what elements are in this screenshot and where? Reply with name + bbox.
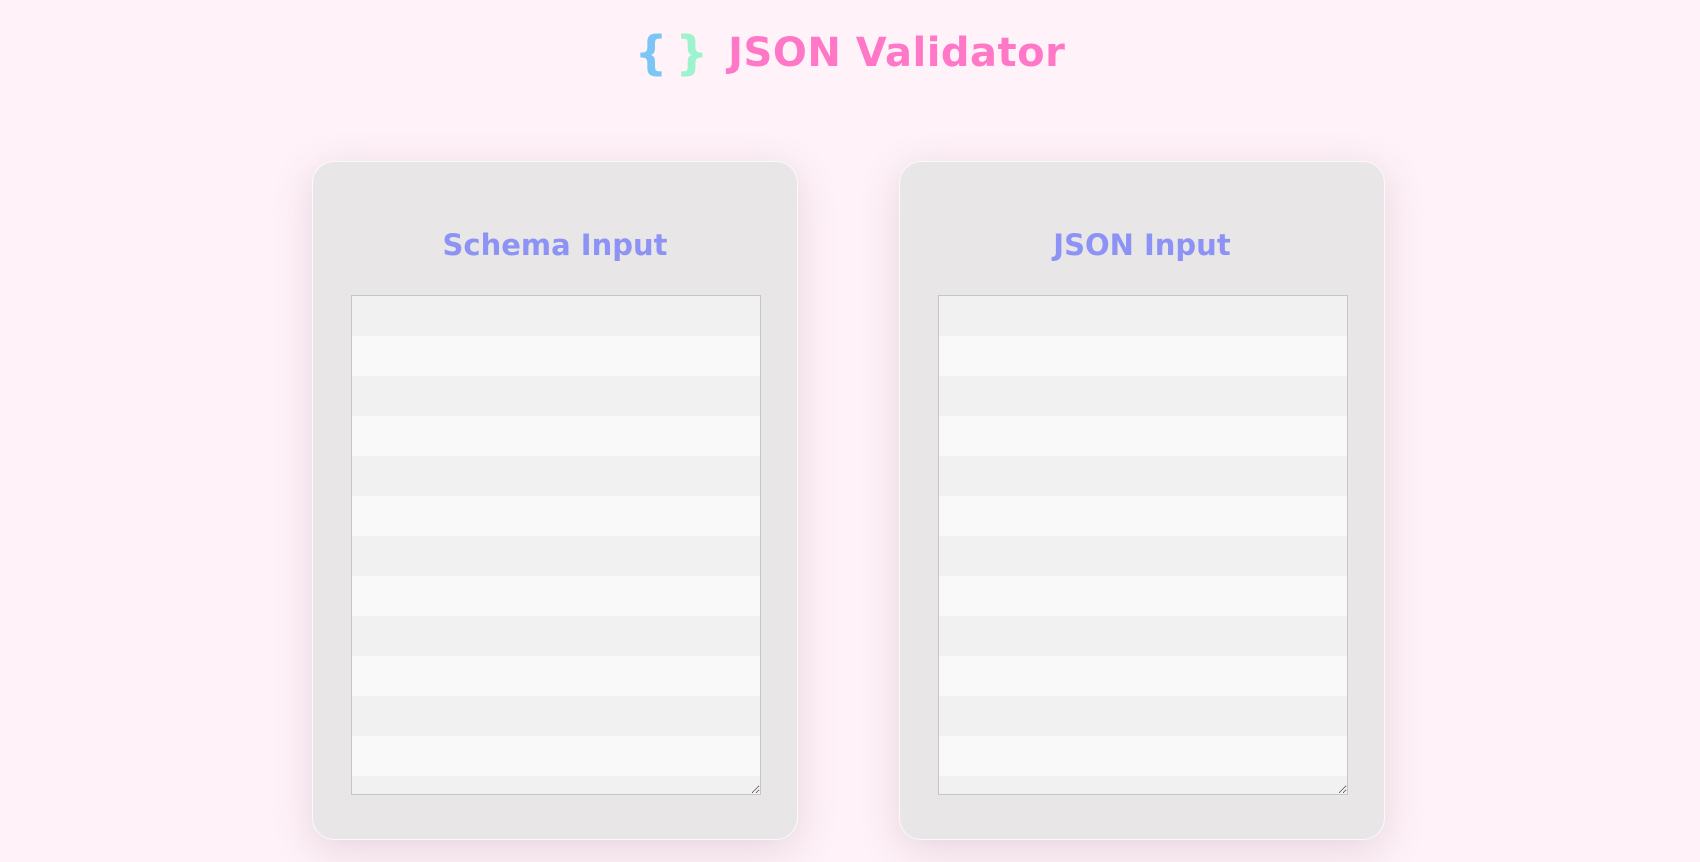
brace-close-glyph: } [675, 26, 717, 80]
json-panel: JSON Input [899, 161, 1385, 840]
json-panel-title: JSON Input [1053, 228, 1231, 262]
schema-input-textarea[interactable] [351, 295, 761, 795]
schema-panel-title: Schema Input [442, 228, 668, 262]
json-input-textarea[interactable] [938, 295, 1348, 795]
schema-panel: Schema Input [312, 161, 798, 840]
braces-logo-icon: { } [635, 26, 717, 80]
app-title: JSON Validator [728, 30, 1066, 76]
app-header: { } JSON Validator [0, 22, 1700, 84]
brace-open-glyph: { [634, 26, 676, 80]
